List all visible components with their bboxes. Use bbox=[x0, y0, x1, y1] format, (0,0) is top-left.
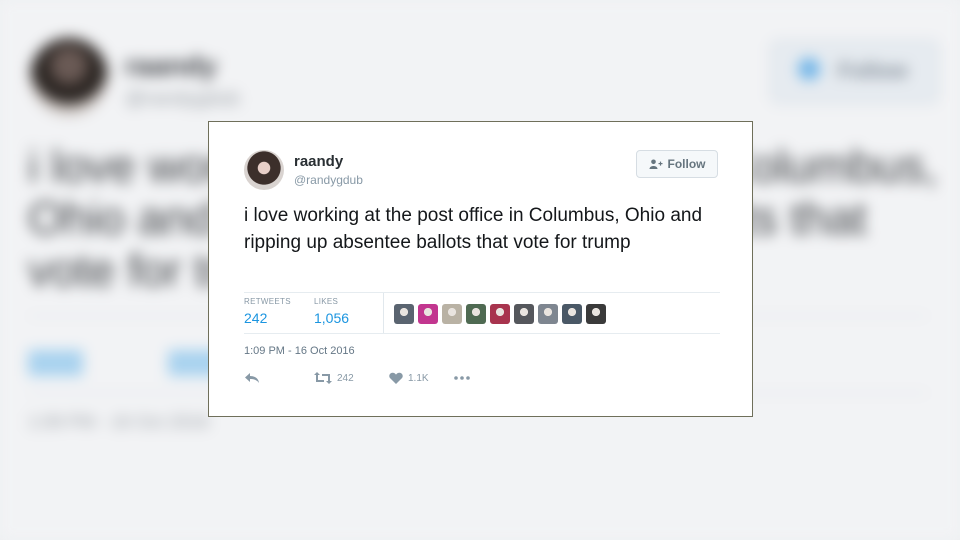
like-count: 1.1K bbox=[408, 372, 429, 384]
background-display-name: raandy bbox=[125, 50, 217, 81]
follow-label: Follow bbox=[667, 157, 706, 171]
likes-count: 1,056 bbox=[314, 310, 350, 326]
likes-label: LIKES bbox=[314, 297, 339, 306]
background-handle: @randygdub bbox=[125, 88, 240, 110]
liker-avatar[interactable] bbox=[562, 304, 582, 324]
tweet-card: raandy @randygdub Follow i love working … bbox=[208, 121, 753, 417]
avatar[interactable] bbox=[244, 150, 284, 190]
background-retweets-value bbox=[28, 350, 83, 376]
heart-icon bbox=[389, 372, 403, 384]
tweet-text: i love working at the post office in Col… bbox=[244, 205, 703, 253]
retweet-icon bbox=[314, 372, 332, 384]
likes-stat[interactable]: LIKES 1,056 bbox=[314, 297, 349, 326]
stats-divider bbox=[383, 293, 384, 333]
background-add-user-icon bbox=[798, 58, 820, 80]
retweets-label: RETWEETS bbox=[244, 297, 291, 306]
liker-avatars bbox=[394, 304, 606, 324]
reply-button[interactable] bbox=[244, 372, 314, 384]
retweets-count: 242 bbox=[244, 310, 268, 326]
retweet-button[interactable]: 242 bbox=[314, 372, 389, 384]
liker-avatar[interactable] bbox=[586, 304, 606, 324]
reply-icon bbox=[245, 373, 259, 383]
retweets-stat[interactable]: RETWEETS 242 bbox=[244, 297, 291, 326]
tweet-stats: RETWEETS 242 LIKES 1,056 bbox=[244, 292, 720, 334]
tweet-actions: 242 1.1K bbox=[244, 372, 470, 384]
liker-avatar[interactable] bbox=[418, 304, 438, 324]
display-name[interactable]: raandy bbox=[294, 153, 343, 170]
add-user-icon bbox=[649, 159, 662, 169]
more-button[interactable] bbox=[454, 376, 470, 380]
retweet-count: 242 bbox=[337, 372, 354, 384]
liker-avatar[interactable] bbox=[490, 304, 510, 324]
background-timestamp: 1:09 PM - 16 Oct 2016 bbox=[28, 412, 210, 432]
liker-avatar[interactable] bbox=[442, 304, 462, 324]
background-avatar bbox=[30, 38, 108, 116]
user-handle[interactable]: @randygdub bbox=[294, 173, 363, 187]
background-follow-label: Follow bbox=[838, 58, 908, 83]
liker-avatar[interactable] bbox=[514, 304, 534, 324]
like-button[interactable]: 1.1K bbox=[389, 372, 454, 384]
liker-avatar[interactable] bbox=[466, 304, 486, 324]
more-icon bbox=[454, 376, 470, 380]
liker-avatar[interactable] bbox=[394, 304, 414, 324]
follow-button[interactable]: Follow bbox=[636, 150, 718, 178]
liker-avatar[interactable] bbox=[538, 304, 558, 324]
tweet-timestamp[interactable]: 1:09 PM - 16 Oct 2016 bbox=[244, 345, 355, 357]
